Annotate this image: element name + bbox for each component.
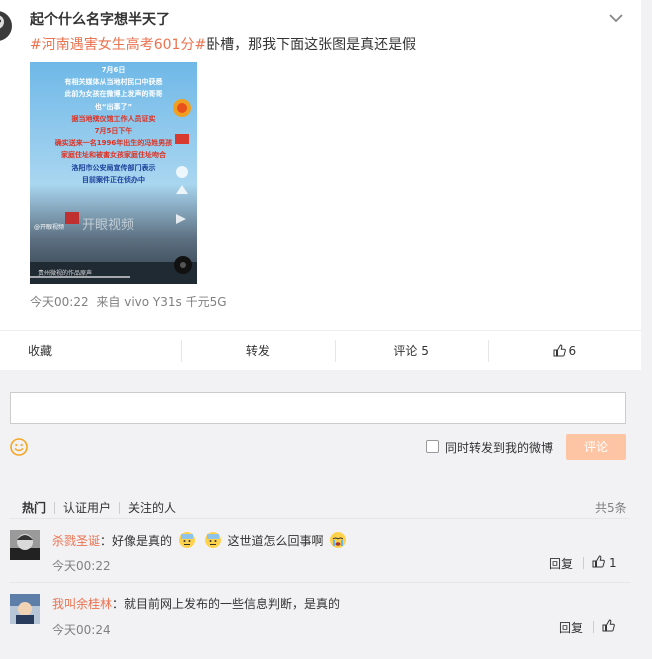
thumbs-up-icon	[553, 333, 566, 373]
repost-button[interactable]: 转发	[181, 331, 334, 371]
comment-button[interactable]: 评论 5	[334, 331, 488, 371]
post-image[interactable]: 7月6日 有相关媒体从当地村民口中获悉 此前为女孩在微博上发声的哥哥 也“出事了…	[30, 62, 197, 284]
favorite-label: 收藏	[28, 343, 53, 358]
commenter-avatar[interactable]	[10, 530, 40, 560]
comment-text: ：就目前网上发布的一些信息判断，是真的	[112, 597, 341, 611]
comment-text: ：好像是真的	[100, 534, 173, 548]
comment-text: 这世道怎么回事啊	[227, 534, 324, 548]
image-line: 洛阳市公安局宣传部门表示	[71, 163, 156, 172]
comment-time: 今天00:22	[52, 559, 111, 573]
comment-item: 杀戮圣诞：好像是真的 这世道怎么回事啊 今天00:22 回复 1	[10, 521, 630, 581]
filter-verified[interactable]: 认证用户	[63, 499, 111, 516]
reply-button[interactable]: 回复	[559, 619, 583, 636]
comment-filters: 热门 认证用户 关注的人	[22, 499, 176, 516]
comment-like-button[interactable]: 1	[592, 555, 617, 571]
image-line: 7月6日	[101, 66, 126, 74]
feed-card: 起个什么名字想半天了 #河南遇害女生高考601分#卧槽，那我下面这张图是真还是假	[0, 0, 641, 370]
like-button[interactable]: 6	[487, 331, 641, 373]
image-line: 7月5日下午	[94, 127, 133, 136]
image-line: 有相关媒体从当地村民口中获悉	[64, 78, 163, 87]
comment-item: 我叫余桂林：就目前网上发布的一些信息判断，是真的 今天00:24 回复	[10, 585, 630, 645]
thumbs-up-icon	[592, 555, 605, 571]
divider	[583, 557, 584, 569]
comment-total: 共5条	[595, 501, 627, 515]
comment-like-button[interactable]	[602, 619, 619, 635]
chevron-down-icon[interactable]	[608, 12, 624, 24]
crying-emoji-icon	[329, 531, 347, 549]
submit-comment-button[interactable]: 评论	[566, 434, 626, 460]
thumbs-up-icon	[602, 619, 615, 635]
comment-section: 同时转发到我的微博 评论 热门 认证用户 关注的人 共5条 杀戮圣诞：好像是真的…	[0, 371, 641, 659]
divider	[10, 582, 630, 583]
filter-divider	[54, 501, 56, 514]
divider	[593, 621, 594, 633]
divider	[10, 518, 630, 519]
emoji-icon[interactable]	[10, 438, 28, 456]
repost-label: 转发	[245, 343, 270, 358]
image-line: 此前为女孩在微博上发声的哥哥	[64, 90, 163, 99]
image-caption: @开眼视频	[34, 224, 65, 231]
commenter-avatar[interactable]	[10, 594, 40, 624]
repost-checkbox-label[interactable]: 同时转发到我的微博	[445, 439, 553, 456]
post-body: 卧槽，那我下面这张图是真还是假	[206, 37, 417, 53]
filter-following[interactable]: 关注的人	[128, 499, 176, 516]
comment-label: 评论 5	[393, 343, 429, 358]
action-bar: 收藏 转发 评论 5 6	[0, 330, 641, 370]
hashtag-link[interactable]: #河南遇害女生高考601分#	[30, 37, 206, 53]
reply-button[interactable]: 回复	[549, 555, 573, 572]
repost-checkbox[interactable]	[426, 440, 439, 453]
comment-input[interactable]	[10, 392, 626, 424]
comment-content: 杀戮圣诞：好像是真的 这世道怎么回事啊	[52, 531, 349, 549]
sweat-emoji-icon	[204, 531, 222, 549]
comment-content: 我叫余桂林：就目前网上发布的一些信息判断，是真的	[52, 595, 340, 612]
comment-like-count: 1	[609, 556, 617, 570]
image-watermark: 开眼视频	[82, 218, 135, 233]
comment-time: 今天00:24	[52, 623, 111, 637]
filter-divider	[119, 501, 121, 514]
post-source: 来自 vivo Y31s 千元5G	[96, 295, 227, 309]
commenter-name[interactable]: 我叫余桂林	[52, 597, 112, 611]
image-line: 目前案件正在侦办中	[82, 175, 145, 184]
post-meta: 今天00:22 来自 vivo Y31s 千元5G	[30, 293, 231, 310]
like-count: 6	[568, 343, 577, 358]
post-text: #河南遇害女生高考601分#卧槽，那我下面这张图是真还是假	[30, 34, 416, 54]
favorite-button[interactable]: 收藏	[0, 331, 181, 371]
image-line: 确实送来一名1996年出生的冯姓男孩	[54, 139, 173, 148]
commenter-name[interactable]: 杀戮圣诞	[52, 534, 100, 548]
image-line: 家庭住址和被害女孩家庭住址吻合	[61, 151, 166, 160]
filter-hot[interactable]: 热门	[22, 499, 46, 516]
image-footer: 贵州微视的作品原声	[38, 270, 93, 277]
post-time[interactable]: 今天00:22	[30, 295, 89, 309]
image-line: 也“出事了”	[94, 102, 133, 111]
image-line: 据当地殡仪馆工作人员证实	[71, 114, 156, 123]
author-avatar[interactable]	[0, 8, 12, 44]
author-name[interactable]: 起个什么名字想半天了	[30, 9, 170, 29]
sweat-emoji-icon	[178, 531, 196, 549]
